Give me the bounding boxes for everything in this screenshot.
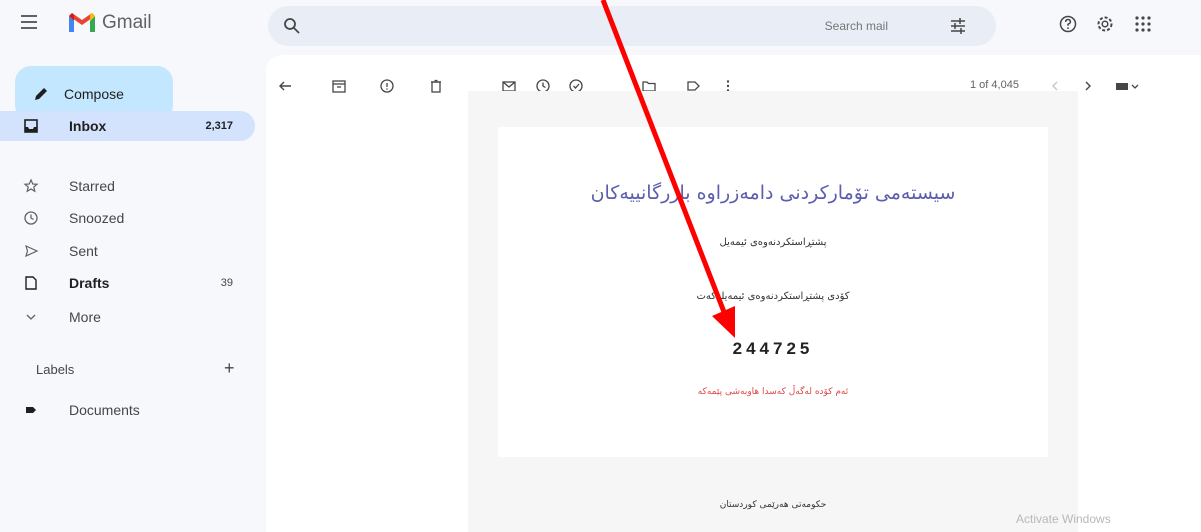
code-label: کۆدی پشتڕاستکردنەوەی ئیمەیلەکەت	[696, 291, 850, 302]
older-chevron-icon[interactable]	[1079, 77, 1097, 95]
star-icon	[22, 177, 40, 195]
sidebar-item-more[interactable]: More	[0, 302, 255, 332]
menu-icon	[21, 15, 37, 17]
inbox-count: 2,317	[205, 120, 233, 132]
sidebar-item-label: Documents	[69, 402, 140, 418]
sidebar-item-drafts[interactable]: Drafts 39	[0, 268, 255, 298]
sidebar-item-label: Sent	[69, 243, 98, 259]
search-icon[interactable]	[282, 16, 302, 36]
message-pane: 1 of 4,045 سیستەمی تۆمارکردنی دامەزراوە …	[266, 55, 1201, 532]
email-subtitle: پشتڕاستکردنەوەی ئیمەیل	[719, 237, 827, 248]
activate-windows-watermark: Activate Windows	[1016, 512, 1111, 526]
settings-icon[interactable]	[1095, 14, 1115, 34]
inbox-icon	[22, 117, 40, 135]
sidebar-item-label: More	[69, 309, 101, 325]
email-footer: حکومەتی هەرێمی کوردستان	[719, 500, 827, 510]
sidebar-item-label: Drafts	[69, 275, 110, 291]
sidebar-item-sent[interactable]: Sent	[0, 236, 255, 266]
email-title: سیستەمی تۆمارکردنی دامەزراوە بازرگانییەک…	[590, 182, 956, 204]
pencil-icon	[35, 87, 47, 100]
clock-icon	[22, 209, 40, 227]
sidebar-item-label: Inbox	[69, 118, 107, 134]
label-icon	[22, 401, 40, 419]
sidebar-item-starred[interactable]: Starred	[0, 171, 255, 201]
labels-heading: Labels	[36, 362, 75, 377]
app-name: Gmail	[102, 12, 152, 33]
chevron-down-icon	[22, 308, 40, 326]
top-header: Gmail	[0, 0, 1201, 46]
drafts-count: 39	[220, 277, 233, 289]
sidebar-item-label: Starred	[69, 178, 115, 194]
back-arrow-icon[interactable]	[276, 77, 294, 95]
warning-text: ئەم کۆدە لەگەڵ کەسدا هاوبەشی پێمەکە	[697, 387, 849, 397]
sidebar-item-documents[interactable]: Documents	[0, 395, 255, 425]
search-input[interactable]	[328, 6, 888, 46]
gmail-m-icon	[69, 13, 95, 32]
search-options-icon[interactable]	[948, 16, 968, 36]
verification-code: 244725	[732, 339, 814, 358]
send-icon	[22, 242, 40, 260]
archive-icon[interactable]	[330, 77, 348, 95]
sidebar-item-label: Snoozed	[69, 210, 125, 226]
create-label-button[interactable]: +	[224, 358, 235, 379]
apps-grid-icon[interactable]	[1133, 14, 1153, 34]
email-card: سیستەمی تۆمارکردنی دامەزراوە بازرگانییەک…	[498, 127, 1048, 457]
draft-icon	[22, 274, 40, 292]
delete-icon[interactable]	[427, 77, 445, 95]
compose-label: Compose	[64, 85, 124, 102]
sidebar-item-snoozed[interactable]: Snoozed	[0, 203, 255, 233]
pagination-count: 1 of 4,045	[970, 79, 1019, 91]
main-menu-button[interactable]	[17, 11, 41, 35]
help-icon[interactable]	[1058, 14, 1078, 34]
sidebar-item-inbox[interactable]: Inbox 2,317	[0, 111, 255, 141]
gmail-logo[interactable]: Gmail	[68, 8, 152, 38]
report-spam-icon[interactable]	[378, 77, 396, 95]
search-bar[interactable]	[268, 6, 996, 46]
input-tools-icon[interactable]	[1114, 77, 1140, 95]
